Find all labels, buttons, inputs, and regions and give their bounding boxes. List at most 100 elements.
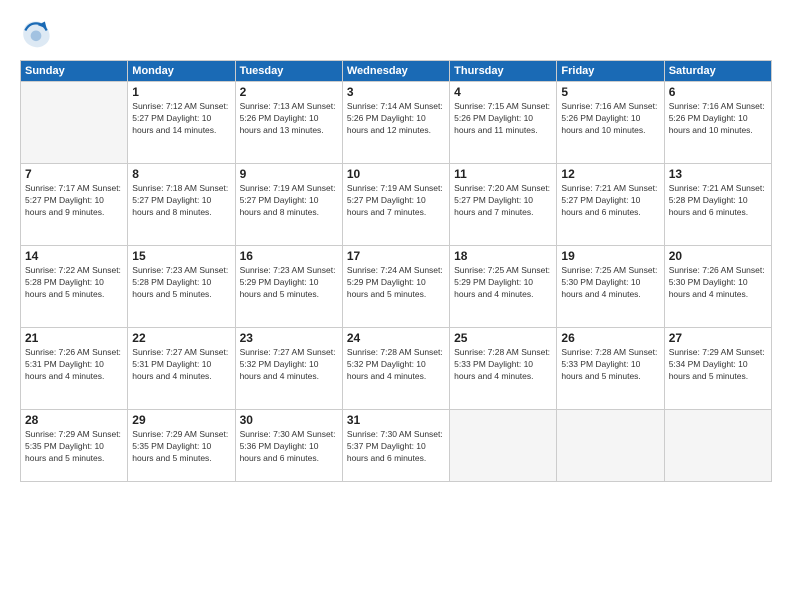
calendar-cell — [450, 410, 557, 482]
day-number: 4 — [454, 85, 552, 99]
day-number: 29 — [132, 413, 230, 427]
day-number: 11 — [454, 167, 552, 181]
calendar-cell: 26 Sunrise: 7:28 AM Sunset: 5:33 PM Dayli… — [557, 328, 664, 410]
day-number: 6 — [669, 85, 767, 99]
day-number: 23 — [240, 331, 338, 345]
page: SundayMondayTuesdayWednesdayThursdayFrid… — [0, 0, 792, 612]
day-info: Sunrise: 7:20 AM Sunset: 5:27 PM Dayligh… — [454, 183, 552, 219]
calendar-cell: 15 Sunrise: 7:23 AM Sunset: 5:28 PM Dayli… — [128, 246, 235, 328]
day-info: Sunrise: 7:22 AM Sunset: 5:28 PM Dayligh… — [25, 265, 123, 301]
day-number: 7 — [25, 167, 123, 181]
calendar-table: SundayMondayTuesdayWednesdayThursdayFrid… — [20, 60, 772, 482]
calendar-cell: 13 Sunrise: 7:21 AM Sunset: 5:28 PM Dayli… — [664, 164, 771, 246]
day-info: Sunrise: 7:19 AM Sunset: 5:27 PM Dayligh… — [347, 183, 445, 219]
day-info: Sunrise: 7:29 AM Sunset: 5:34 PM Dayligh… — [669, 347, 767, 383]
weekday-header: Monday — [128, 61, 235, 82]
header — [20, 18, 772, 50]
calendar-cell: 29 Sunrise: 7:29 AM Sunset: 5:35 PM Dayli… — [128, 410, 235, 482]
calendar-cell: 22Sunrise: 7:27 AM Sunset: 5:31 PM Dayli… — [128, 328, 235, 410]
calendar-cell: 17Sunrise: 7:24 AM Sunset: 5:29 PM Dayli… — [342, 246, 449, 328]
weekday-header: Thursday — [450, 61, 557, 82]
weekday-header: Tuesday — [235, 61, 342, 82]
day-info: Sunrise: 7:17 AM Sunset: 5:27 PM Dayligh… — [25, 183, 123, 219]
day-number: 12 — [561, 167, 659, 181]
day-number: 27 — [669, 331, 767, 345]
day-number: 5 — [561, 85, 659, 99]
calendar-week-row: 21Sunrise: 7:26 AM Sunset: 5:31 PM Dayli… — [21, 328, 772, 410]
calendar-cell: 27 Sunrise: 7:29 AM Sunset: 5:34 PM Dayli… — [664, 328, 771, 410]
calendar-cell: 4Sunrise: 7:15 AM Sunset: 5:26 PM Daylig… — [450, 82, 557, 164]
day-number: 28 — [25, 413, 123, 427]
calendar-week-row: 28 Sunrise: 7:29 AM Sunset: 5:35 PM Dayli… — [21, 410, 772, 482]
calendar-cell: 8 Sunrise: 7:18 AM Sunset: 5:27 PM Daylig… — [128, 164, 235, 246]
calendar-cell: 31 Sunrise: 7:30 AM Sunset: 5:37 PM Dayli… — [342, 410, 449, 482]
calendar-cell: 2 Sunrise: 7:13 AM Sunset: 5:26 PM Daylig… — [235, 82, 342, 164]
weekday-header: Friday — [557, 61, 664, 82]
day-number: 16 — [240, 249, 338, 263]
calendar-cell — [557, 410, 664, 482]
day-number: 20 — [669, 249, 767, 263]
day-info: Sunrise: 7:29 AM Sunset: 5:35 PM Dayligh… — [25, 429, 123, 465]
calendar-week-row: 14Sunrise: 7:22 AM Sunset: 5:28 PM Dayli… — [21, 246, 772, 328]
day-info: Sunrise: 7:13 AM Sunset: 5:26 PM Dayligh… — [240, 101, 338, 137]
calendar-cell: 18Sunrise: 7:25 AM Sunset: 5:29 PM Dayli… — [450, 246, 557, 328]
day-info: Sunrise: 7:28 AM Sunset: 5:33 PM Dayligh… — [561, 347, 659, 383]
day-number: 19 — [561, 249, 659, 263]
day-info: Sunrise: 7:29 AM Sunset: 5:35 PM Dayligh… — [132, 429, 230, 465]
logo-icon — [20, 18, 52, 50]
day-info: Sunrise: 7:28 AM Sunset: 5:32 PM Dayligh… — [347, 347, 445, 383]
day-info: Sunrise: 7:30 AM Sunset: 5:36 PM Dayligh… — [240, 429, 338, 465]
calendar-header-row: SundayMondayTuesdayWednesdayThursdayFrid… — [21, 61, 772, 82]
calendar-cell: 14Sunrise: 7:22 AM Sunset: 5:28 PM Dayli… — [21, 246, 128, 328]
day-info: Sunrise: 7:27 AM Sunset: 5:32 PM Dayligh… — [240, 347, 338, 383]
calendar-cell: 25Sunrise: 7:28 AM Sunset: 5:33 PM Dayli… — [450, 328, 557, 410]
day-info: Sunrise: 7:28 AM Sunset: 5:33 PM Dayligh… — [454, 347, 552, 383]
day-info: Sunrise: 7:27 AM Sunset: 5:31 PM Dayligh… — [132, 347, 230, 383]
calendar-cell: 24 Sunrise: 7:28 AM Sunset: 5:32 PM Dayli… — [342, 328, 449, 410]
calendar-cell: 21Sunrise: 7:26 AM Sunset: 5:31 PM Dayli… — [21, 328, 128, 410]
weekday-header: Saturday — [664, 61, 771, 82]
day-number: 24 — [347, 331, 445, 345]
day-info: Sunrise: 7:25 AM Sunset: 5:30 PM Dayligh… — [561, 265, 659, 301]
day-info: Sunrise: 7:16 AM Sunset: 5:26 PM Dayligh… — [561, 101, 659, 137]
day-number: 3 — [347, 85, 445, 99]
day-number: 1 — [132, 85, 230, 99]
calendar-cell — [21, 82, 128, 164]
day-number: 10 — [347, 167, 445, 181]
calendar-cell: 10 Sunrise: 7:19 AM Sunset: 5:27 PM Dayli… — [342, 164, 449, 246]
calendar-cell: 1 Sunrise: 7:12 AM Sunset: 5:27 PM Daylig… — [128, 82, 235, 164]
day-number: 30 — [240, 413, 338, 427]
calendar-cell: 12Sunrise: 7:21 AM Sunset: 5:27 PM Dayli… — [557, 164, 664, 246]
calendar-cell: 19 Sunrise: 7:25 AM Sunset: 5:30 PM Dayli… — [557, 246, 664, 328]
day-number: 9 — [240, 167, 338, 181]
day-number: 2 — [240, 85, 338, 99]
day-info: Sunrise: 7:26 AM Sunset: 5:31 PM Dayligh… — [25, 347, 123, 383]
calendar-cell: 30 Sunrise: 7:30 AM Sunset: 5:36 PM Dayli… — [235, 410, 342, 482]
day-number: 31 — [347, 413, 445, 427]
day-info: Sunrise: 7:30 AM Sunset: 5:37 PM Dayligh… — [347, 429, 445, 465]
calendar-week-row: 7 Sunrise: 7:17 AM Sunset: 5:27 PM Daylig… — [21, 164, 772, 246]
day-info: Sunrise: 7:14 AM Sunset: 5:26 PM Dayligh… — [347, 101, 445, 137]
day-info: Sunrise: 7:23 AM Sunset: 5:29 PM Dayligh… — [240, 265, 338, 301]
day-number: 8 — [132, 167, 230, 181]
day-info: Sunrise: 7:18 AM Sunset: 5:27 PM Dayligh… — [132, 183, 230, 219]
day-info: Sunrise: 7:23 AM Sunset: 5:28 PM Dayligh… — [132, 265, 230, 301]
calendar-cell: 5 Sunrise: 7:16 AM Sunset: 5:26 PM Daylig… — [557, 82, 664, 164]
day-info: Sunrise: 7:21 AM Sunset: 5:28 PM Dayligh… — [669, 183, 767, 219]
calendar-week-row: 1 Sunrise: 7:12 AM Sunset: 5:27 PM Daylig… — [21, 82, 772, 164]
day-number: 13 — [669, 167, 767, 181]
day-info: Sunrise: 7:25 AM Sunset: 5:29 PM Dayligh… — [454, 265, 552, 301]
calendar-cell: 6 Sunrise: 7:16 AM Sunset: 5:26 PM Daylig… — [664, 82, 771, 164]
day-info: Sunrise: 7:12 AM Sunset: 5:27 PM Dayligh… — [132, 101, 230, 137]
day-number: 15 — [132, 249, 230, 263]
calendar-cell — [664, 410, 771, 482]
calendar-cell: 9 Sunrise: 7:19 AM Sunset: 5:27 PM Daylig… — [235, 164, 342, 246]
day-number: 26 — [561, 331, 659, 345]
calendar-cell: 16 Sunrise: 7:23 AM Sunset: 5:29 PM Dayli… — [235, 246, 342, 328]
day-info: Sunrise: 7:19 AM Sunset: 5:27 PM Dayligh… — [240, 183, 338, 219]
calendar-cell: 23 Sunrise: 7:27 AM Sunset: 5:32 PM Dayli… — [235, 328, 342, 410]
calendar-cell: 20Sunrise: 7:26 AM Sunset: 5:30 PM Dayli… — [664, 246, 771, 328]
day-info: Sunrise: 7:16 AM Sunset: 5:26 PM Dayligh… — [669, 101, 767, 137]
weekday-header: Sunday — [21, 61, 128, 82]
calendar-cell: 3 Sunrise: 7:14 AM Sunset: 5:26 PM Daylig… — [342, 82, 449, 164]
